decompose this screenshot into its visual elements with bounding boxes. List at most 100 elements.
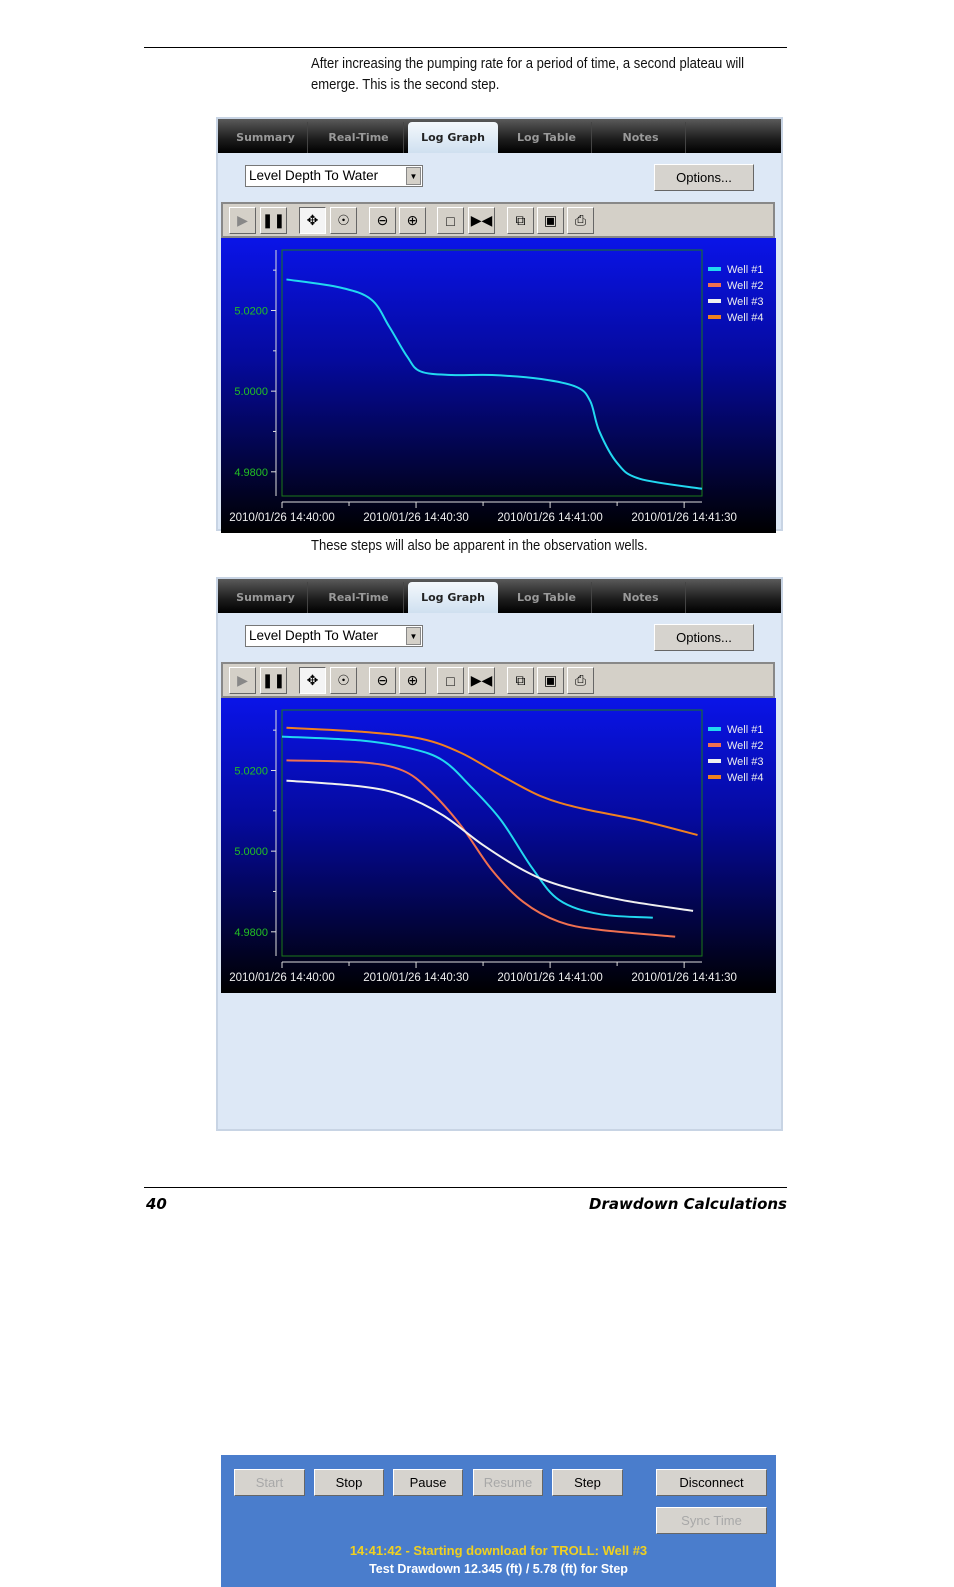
parameter-select-value: Level Depth To Water [249, 628, 379, 643]
pause-icon[interactable]: ❚❚ [260, 667, 287, 694]
chevron-down-icon[interactable]: ▼ [406, 167, 421, 185]
middle-paragraph: These steps will also be apparent in the… [311, 538, 648, 554]
start-button[interactable]: Start [234, 1469, 305, 1496]
header-rule [144, 47, 787, 48]
zoom-in-icon[interactable]: ⊕ [399, 207, 426, 234]
intro-paragraph: After increasing the pumping rate for a … [311, 56, 745, 93]
tab-real-time[interactable]: Real-Time [314, 582, 404, 613]
legend-label: Well #1 [727, 724, 763, 736]
legend-label: Well #4 [727, 312, 763, 324]
pause-button[interactable]: Pause [393, 1469, 463, 1496]
graph-toolbar: ▶ ❚❚ ✥ ☉ ⊖ ⊕ □ ▶◀ ⧉ ▣ ⎙ [221, 662, 775, 698]
test-control-panel: Start Stop Pause Resume Step Disconnect Sync T… [221, 1455, 776, 1587]
control-bar: Level Depth To Water ▼ Options... [218, 153, 781, 202]
tab-notes[interactable]: Notes [596, 122, 686, 153]
tab-summary[interactable]: Summary [224, 582, 308, 613]
graph-canvas[interactable]: 5.0200 5.0000 4.9800 2010/01/26 14:40:00 201… [221, 238, 776, 533]
legend-swatch [708, 775, 721, 779]
series-line-well-2 [286, 759, 676, 938]
legend-label: Well #4 [727, 772, 763, 784]
print-icon[interactable]: ⎙ [567, 667, 594, 694]
zoom-out-icon[interactable]: ⊖ [369, 667, 396, 694]
parameter-select[interactable]: Level Depth To Water ▼ [245, 165, 423, 187]
tab-log-graph[interactable]: Log Graph [408, 582, 498, 613]
y-tick-label: 5.0000 [234, 386, 268, 398]
legend-label: Well #2 [727, 280, 763, 292]
series-line-well-3 [286, 779, 694, 912]
legend-swatch [708, 267, 721, 271]
y-tick-label: 4.9800 [234, 467, 268, 479]
page-number: 40 [146, 1195, 167, 1213]
copy-icon[interactable]: ⧉ [507, 667, 534, 694]
y-tick-label: 5.0200 [234, 765, 268, 777]
series-line-well-4 [286, 726, 698, 836]
graph-canvas[interactable]: 5.0200 5.0000 4.9800 2010/01/26 14:40:00 201… [221, 698, 776, 993]
x-tick-label: 2010/01/26 14:40:30 [363, 972, 469, 984]
zoom-area-icon[interactable]: ☉ [330, 207, 357, 234]
y-tick-label: 5.0200 [234, 305, 268, 317]
legend-swatch [708, 743, 721, 747]
legend-swatch [708, 727, 721, 731]
tab-bar: Summary Real-Time Log Graph Log Table Notes [218, 579, 781, 613]
x-tick-label: 2010/01/26 14:40:30 [363, 512, 469, 524]
parameter-select-value: Level Depth To Water [249, 168, 379, 183]
pan-icon[interactable]: ✥ [299, 207, 326, 234]
save-icon[interactable]: ▣ [537, 207, 564, 234]
copy-icon[interactable]: ⧉ [507, 207, 534, 234]
legend-label: Well #3 [727, 756, 763, 768]
status-message: 14:41:42 - Starting download for TROLL: … [349, 1543, 648, 1558]
tab-bar: Summary Real-Time Log Graph Log Table Notes [218, 119, 781, 153]
plot-area [281, 709, 703, 957]
play-icon[interactable]: ▶ [229, 667, 256, 694]
tab-log-table[interactable]: Log Table [502, 122, 592, 153]
legend-label: Well #3 [727, 296, 763, 308]
legend-swatch [708, 759, 721, 763]
step-button[interactable]: Step [552, 1469, 623, 1496]
zoom-in-icon[interactable]: ⊕ [399, 667, 426, 694]
fit-icon[interactable]: ▶◀ [468, 667, 495, 694]
fit-icon[interactable]: ▶◀ [468, 207, 495, 234]
tab-log-graph[interactable]: Log Graph [408, 122, 498, 153]
options-button[interactable]: Options... [654, 624, 754, 651]
parameter-select[interactable]: Level Depth To Water ▼ [245, 625, 423, 647]
x-tick-label: 2010/01/26 14:41:00 [497, 512, 603, 524]
x-tick-label: 2010/01/26 14:40:00 [229, 972, 335, 984]
pause-icon[interactable]: ❚❚ [260, 207, 287, 234]
tab-summary[interactable]: Summary [224, 122, 308, 153]
tab-log-table[interactable]: Log Table [502, 582, 592, 613]
section-title: Drawdown Calculations [589, 1195, 787, 1213]
x-tick-label: 2010/01/26 14:41:30 [631, 972, 737, 984]
zoom-out-icon[interactable]: ⊖ [369, 207, 396, 234]
tab-notes[interactable]: Notes [596, 582, 686, 613]
y-tick-label: 4.9800 [234, 927, 268, 939]
zoom-area-icon[interactable]: ☉ [330, 667, 357, 694]
x-tick-label: 2010/01/26 14:41:00 [497, 972, 603, 984]
save-icon[interactable]: ▣ [537, 667, 564, 694]
log-graph-window-2: Summary Real-Time Log Graph Log Table Notes L… [216, 577, 783, 1587]
legend-label: Well #1 [727, 264, 763, 276]
log-graph: 5.0200 5.0000 4.9800 2010/01/26 14:40:00 201… [221, 238, 776, 533]
options-button[interactable]: Options... [654, 164, 754, 191]
control-bar: Level Depth To Water ▼ Options... [218, 613, 781, 662]
disconnect-button[interactable]: Disconnect [656, 1469, 767, 1496]
tab-real-time[interactable]: Real-Time [314, 122, 404, 153]
log-graph: 5.0200 5.0000 4.9800 2010/01/26 14:40:00 201… [221, 698, 776, 993]
sync-time-button[interactable]: Sync Time [656, 1507, 767, 1534]
play-icon[interactable]: ▶ [229, 207, 256, 234]
print-icon[interactable]: ⎙ [567, 207, 594, 234]
drawdown-readout: Test Drawdown 12.345 (ft) / 5.78 (ft) fo… [369, 1562, 628, 1576]
graph-toolbar: ▶ ❚❚ ✥ ☉ ⊖ ⊕ □ ▶◀ ⧉ ▣ ⎙ [221, 202, 775, 238]
select-rect-icon[interactable]: □ [437, 667, 464, 694]
series-line-well-1 [281, 735, 653, 919]
resume-button[interactable]: Resume [473, 1469, 543, 1496]
y-tick-label: 5.0000 [234, 846, 268, 858]
legend-label: Well #2 [727, 740, 763, 752]
chevron-down-icon[interactable]: ▼ [406, 627, 421, 645]
series-line-well-1 [286, 278, 703, 490]
legend-swatch [708, 283, 721, 287]
x-tick-label: 2010/01/26 14:41:30 [631, 512, 737, 524]
x-tick-label: 2010/01/26 14:40:00 [229, 512, 335, 524]
stop-button[interactable]: Stop [314, 1469, 384, 1496]
pan-icon[interactable]: ✥ [299, 667, 326, 694]
select-rect-icon[interactable]: □ [437, 207, 464, 234]
